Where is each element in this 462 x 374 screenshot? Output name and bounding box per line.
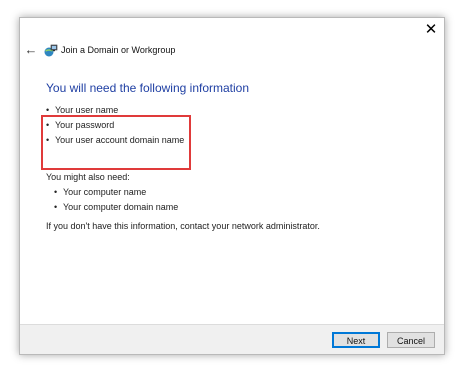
wizard-window: ✕ ← Join a Domain or Workgroup You will … — [19, 17, 445, 355]
list-item: Your computer name — [54, 185, 178, 200]
cancel-button[interactable]: Cancel — [387, 332, 435, 348]
page-heading: You will need the following information — [46, 81, 250, 95]
next-button[interactable]: Next — [332, 332, 380, 348]
close-icon[interactable]: ✕ — [424, 22, 438, 37]
network-globe-icon — [44, 44, 58, 57]
optional-list: Your computer name Your computer domain … — [54, 185, 178, 215]
highlight-box — [41, 115, 191, 170]
list-item: Your computer domain name — [54, 200, 178, 215]
back-arrow-icon[interactable]: ← — [24, 43, 38, 57]
wizard-title: Join a Domain or Workgroup — [61, 45, 176, 55]
wizard-header: ← Join a Domain or Workgroup — [20, 43, 444, 61]
info-note: If you don't have this information, cont… — [46, 221, 320, 231]
also-need-label: You might also need: — [46, 172, 130, 182]
button-bar: Next Cancel — [20, 324, 444, 354]
